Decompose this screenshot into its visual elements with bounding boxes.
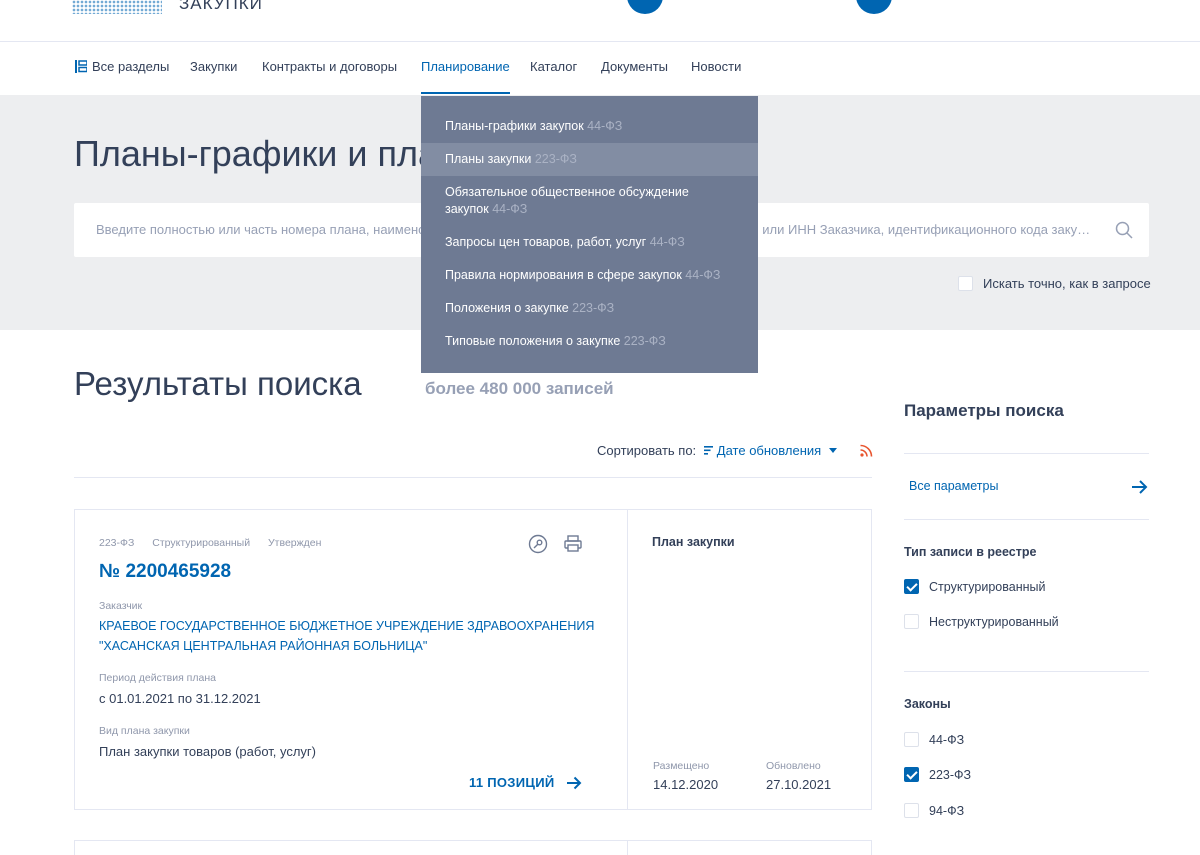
card-aside: План закупки Размещено 14.12.2020 Обновл… [627, 510, 871, 809]
card-tags: 223-ФЗ Структурированный Утвержден [99, 537, 336, 549]
divider [74, 477, 872, 478]
divider [904, 519, 1149, 520]
sort-label: Сортировать по: [597, 443, 697, 458]
top-header: ЗАКУПКИ [0, 0, 1200, 42]
sort-value[interactable]: Дате обновления [717, 443, 821, 458]
exact-match-checkbox[interactable]: Искать точно, как в запросе [958, 276, 1151, 291]
planning-dropdown-menu: Планы-графики закупок 44-ФЗ Планы закупк… [421, 96, 758, 373]
logo-map-icon[interactable] [72, 0, 162, 14]
plan-kind-label: Вид плана закупки [99, 725, 190, 737]
checkbox[interactable] [904, 614, 919, 629]
registry-number-link[interactable]: № 2200465928 [99, 561, 231, 583]
results-title: Результаты поиска [74, 365, 362, 402]
menu-item-standardization-rules[interactable]: Правила нормирования в сфере закупок 44-… [421, 259, 758, 292]
divider [627, 841, 628, 855]
period-label: Период действия плана [99, 672, 216, 684]
search-params-title: Параметры поиска [904, 401, 1064, 420]
placed-label: Размещено [653, 760, 710, 772]
rss-icon[interactable] [860, 444, 873, 457]
record-type-heading: Тип записи в реестре [904, 545, 1037, 559]
tag-type: Структурированный [152, 537, 251, 549]
arrow-right-icon[interactable] [1131, 479, 1148, 495]
print-icon[interactable] [563, 534, 583, 554]
results-count: более 480 000 записей [425, 379, 614, 398]
customer-label: Заказчик [99, 600, 143, 612]
logo-text[interactable]: ЗАКУПКИ [179, 0, 263, 14]
checkbox[interactable] [958, 276, 973, 291]
divider [904, 671, 1149, 672]
nav-documents[interactable]: Документы [601, 42, 668, 95]
result-card [74, 840, 872, 855]
positions-link[interactable]: 11 ПОЗИЦИЙ [469, 775, 582, 790]
menu-item-schedule-plans[interactable]: Планы-графики закупок 44-ФЗ [421, 110, 758, 143]
arrow-right-icon [567, 776, 582, 790]
plan-kind-value: План закупки товаров (работ, услуг) [99, 744, 317, 759]
nav-planning[interactable]: Планирование [421, 42, 510, 94]
nav-news[interactable]: Новости [691, 42, 741, 95]
checkbox-checked[interactable] [904, 767, 919, 782]
card-main: 223-ФЗ Структурированный Утвержден № 220… [75, 510, 627, 809]
search-icon[interactable] [1115, 221, 1133, 239]
result-card: 223-ФЗ Структурированный Утвержден № 220… [74, 509, 872, 810]
plan-type: План закупки [652, 535, 735, 549]
nav-purchases[interactable]: Закупки [190, 42, 237, 95]
tag-law: 223-ФЗ [99, 537, 135, 549]
checkbox[interactable] [904, 732, 919, 747]
placed-date: 14.12.2020 [653, 777, 719, 792]
updated-label: Обновлено [766, 760, 821, 772]
menu-item-model-regulations[interactable]: Типовые положения о закупке 223-ФЗ [421, 325, 758, 358]
record-type-unstructured[interactable]: Неструктурированный [904, 614, 1059, 629]
divider [904, 453, 1149, 454]
sort-lines-icon [703, 446, 713, 455]
record-type-structured[interactable]: Структурированный [904, 579, 1045, 594]
header-circle-icon[interactable] [856, 0, 892, 14]
nav-label: Все разделы [92, 59, 170, 74]
menu-item-purchase-regulations[interactable]: Положения о закупке 223-ФЗ [421, 292, 758, 325]
laws-heading: Законы [904, 697, 951, 711]
nav-all-sections[interactable]: Все разделы [75, 42, 169, 95]
sections-icon [75, 60, 87, 73]
header-circle-icon[interactable] [627, 0, 663, 14]
sort-control[interactable]: Сортировать по: Дате обновления [597, 443, 838, 458]
menu-item-purchase-plans[interactable]: Планы закупки 223-ФЗ [421, 143, 758, 176]
menu-item-public-discussion[interactable]: Обязательное общественное обсуждение зак… [421, 176, 758, 226]
checkbox-checked[interactable] [904, 579, 919, 594]
page-title: Планы-графики и пла [74, 133, 439, 174]
updated-date: 27.10.2021 [766, 777, 832, 792]
nav-catalog[interactable]: Каталог [530, 42, 577, 95]
law-44[interactable]: 44-ФЗ [904, 732, 964, 747]
customer-link[interactable]: КРАЕВОЕ ГОСУДАРСТВЕННОЕ БЮДЖЕТНОЕ УЧРЕЖД… [99, 617, 599, 656]
law-223[interactable]: 223-ФЗ [904, 767, 971, 782]
menu-item-price-requests[interactable]: Запросы цен товаров, работ, услуг 44-ФЗ [421, 226, 758, 259]
checkbox[interactable] [904, 803, 919, 818]
nav-contracts[interactable]: Контракты и договоры [262, 42, 397, 95]
main-nav: Все разделы Закупки Контракты и договоры… [0, 42, 1200, 95]
period-value: с 01.01.2021 по 31.12.2021 [99, 691, 261, 706]
law-94[interactable]: 94-ФЗ [904, 803, 964, 818]
tag-status: Утвержден [268, 537, 322, 549]
chevron-down-icon[interactable] [829, 448, 838, 453]
all-params-link[interactable]: Все параметры [909, 479, 998, 493]
key-icon[interactable] [528, 534, 548, 554]
